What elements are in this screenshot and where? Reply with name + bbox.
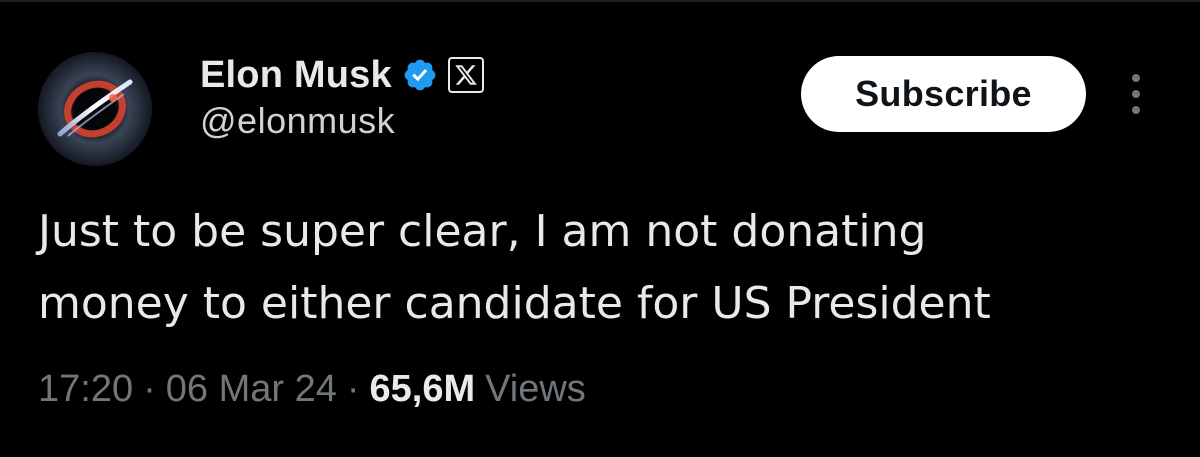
tweet-time[interactable]: 17:20 xyxy=(38,368,133,411)
meta-separator: · xyxy=(143,368,156,410)
display-name[interactable]: Elon Musk xyxy=(200,54,392,97)
name-row: Elon Musk xyxy=(200,52,484,98)
more-dot xyxy=(1132,106,1140,114)
handle[interactable]: @elonmusk xyxy=(200,100,484,142)
x-logo-icon[interactable] xyxy=(447,57,484,93)
views-count[interactable]: 65,6M xyxy=(370,368,476,411)
more-dot xyxy=(1132,90,1140,98)
avatar[interactable] xyxy=(38,52,152,166)
tweet-text-line: money to either candidate for US Preside… xyxy=(38,278,991,329)
tweet-meta: 17:20 · 06 Mar 24 · 65,6M Views xyxy=(38,368,586,411)
views-label: Views xyxy=(485,368,586,410)
author-info: Elon Musk @elonmusk xyxy=(200,52,484,142)
verified-badge-icon[interactable] xyxy=(402,57,438,93)
more-vertical-icon[interactable] xyxy=(1124,74,1148,114)
tweet-date[interactable]: 06 Mar 24 xyxy=(166,368,337,411)
tweet-text: Just to be super clear, I am not donatin… xyxy=(38,196,1178,340)
meta-separator: · xyxy=(346,368,360,410)
tweet-card: Elon Musk @elonmusk Subscribe Just to be… xyxy=(0,0,1200,457)
more-dot xyxy=(1132,74,1140,82)
tweet-text-line: Just to be super clear, I am not donatin… xyxy=(38,206,927,257)
avatar-image xyxy=(38,52,152,166)
subscribe-button[interactable]: Subscribe xyxy=(801,56,1086,132)
